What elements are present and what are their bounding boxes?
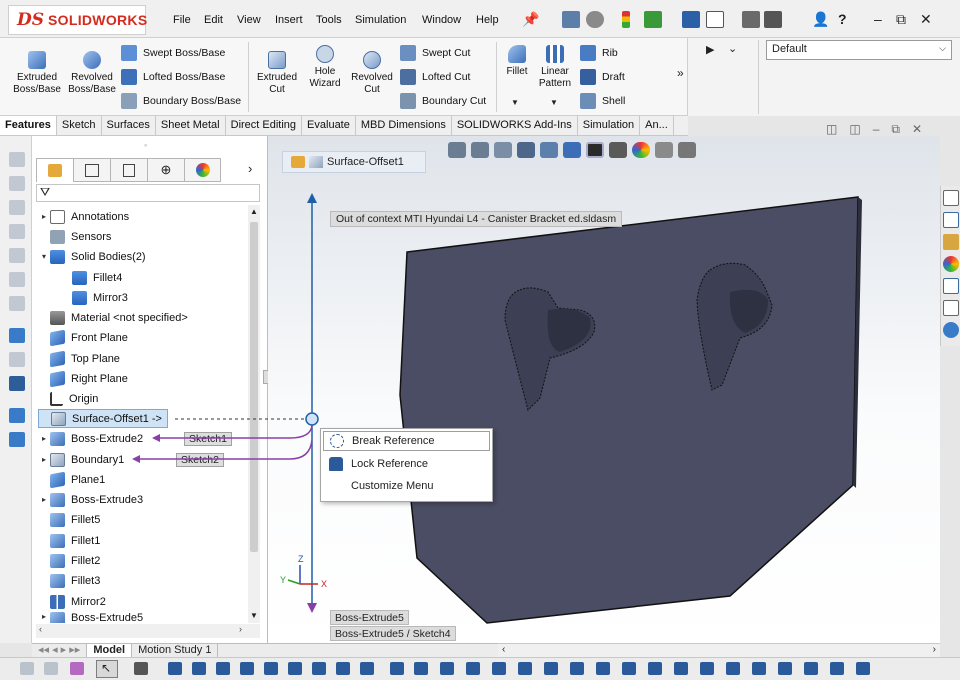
sketch-tool-icon[interactable] [192, 662, 206, 675]
sketch-tool-icon[interactable] [312, 662, 326, 675]
sketch-tool-icon[interactable] [414, 662, 428, 675]
menu-item-label: Break Reference [352, 435, 435, 447]
design-library-icon[interactable] [943, 234, 959, 250]
context-menu: Break Reference Lock Reference Customize… [320, 428, 493, 502]
out-of-context-label: Out of context MTI Hyundai L4 - Canister… [330, 211, 623, 227]
sketch-tool-icon[interactable] [360, 662, 374, 675]
sketch-tool-icon[interactable] [778, 662, 792, 675]
sketch-tool-icon[interactable] [240, 662, 254, 675]
model-graphics: Z X Y [132, 193, 862, 624]
sketch-tool-icon[interactable] [856, 662, 870, 675]
axis-arrow-down-icon [307, 603, 317, 613]
viewport-horizontal-scrollbar[interactable]: ‹ › [498, 643, 940, 657]
filter-tool-icon[interactable] [70, 662, 84, 675]
sketch-tool-icon[interactable] [544, 662, 558, 675]
tab-motion-study-1[interactable]: Motion Study 1 [132, 643, 219, 658]
bracket-plate [399, 196, 859, 624]
sketch-tool-icon[interactable] [648, 662, 662, 675]
menu-item-label: Customize Menu [351, 480, 434, 492]
sketch-tool-icon[interactable] [518, 662, 532, 675]
sketch-tool-icon[interactable] [700, 662, 714, 675]
menu-item-label: Lock Reference [351, 458, 429, 470]
sketch-tool-icon[interactable] [830, 662, 844, 675]
arrow-left-icon [152, 434, 160, 442]
sketch1-reference-line [160, 425, 313, 439]
sketch-tool-icon[interactable] [288, 662, 302, 675]
sketch-tool-icon[interactable] [752, 662, 766, 675]
triad-y-axis [287, 579, 301, 585]
sketch-tool-icon[interactable] [264, 662, 278, 675]
sketch-tool-icon[interactable] [804, 662, 818, 675]
status-label-sketch: Boss-Extrude5 / Sketch4 [330, 626, 456, 641]
sketch-tool-icon[interactable] [570, 662, 584, 675]
sketch2-reference-line [140, 439, 313, 460]
triad-z-label: Z [298, 554, 304, 564]
lock-icon [329, 457, 343, 471]
break-reference-menu-item[interactable]: Break Reference [323, 431, 490, 451]
scroll-left-icon[interactable]: ‹ [502, 644, 505, 655]
pointer-icon: ↖ [101, 661, 112, 675]
home-icon[interactable] [943, 212, 959, 228]
lock-reference-menu-item[interactable]: Lock Reference [321, 453, 492, 475]
scroll-right-icon[interactable]: › [933, 644, 936, 655]
triad-x-label: X [321, 579, 327, 589]
sketch-tool-icon[interactable] [466, 662, 480, 675]
solidworks-resources-icon[interactable] [943, 322, 959, 338]
break-reference-icon [330, 434, 344, 448]
sketch-tool-icon[interactable] [726, 662, 740, 675]
custom-properties-icon[interactable] [943, 278, 959, 294]
filter-tool-icon[interactable] [20, 662, 34, 675]
arrow-left-icon [132, 455, 140, 463]
tab-model[interactable]: Model [87, 643, 133, 658]
sketch-tool-icon[interactable] [492, 662, 506, 675]
sketch-tool-icon[interactable] [168, 662, 182, 675]
triad-y-label: Y [280, 575, 286, 585]
sketch-tool-icon[interactable] [596, 662, 610, 675]
sketch-tool-icon[interactable] [674, 662, 688, 675]
sketch-tool-icon[interactable] [440, 662, 454, 675]
sketch-tool-icon[interactable] [216, 662, 230, 675]
sketch-tool-icon[interactable] [390, 662, 404, 675]
model-tabs-bar: ◂◂ ◂ ▸ ▸▸ Model Motion Study 1 [32, 643, 510, 658]
status-label-feature: Boss-Extrude5 [330, 610, 409, 625]
sketch-tool-icon[interactable] [336, 662, 350, 675]
reference-node-handle[interactable] [305, 412, 319, 426]
filter-tool-icon[interactable] [44, 662, 58, 675]
file-explorer-icon[interactable] [943, 300, 959, 316]
axis-arrow-up-icon [307, 193, 317, 203]
folder-icon[interactable] [943, 190, 959, 206]
sketch-tool-icon[interactable] [622, 662, 636, 675]
pointer-tool-icon[interactable] [134, 662, 148, 675]
appearances-icon[interactable] [943, 256, 959, 272]
customize-menu-item[interactable]: Customize Menu [321, 475, 492, 497]
tab-nav-arrows-icon[interactable]: ◂◂ ◂ ▸ ▸▸ [32, 643, 88, 658]
select-pointer-button[interactable]: ↖ [96, 660, 118, 678]
